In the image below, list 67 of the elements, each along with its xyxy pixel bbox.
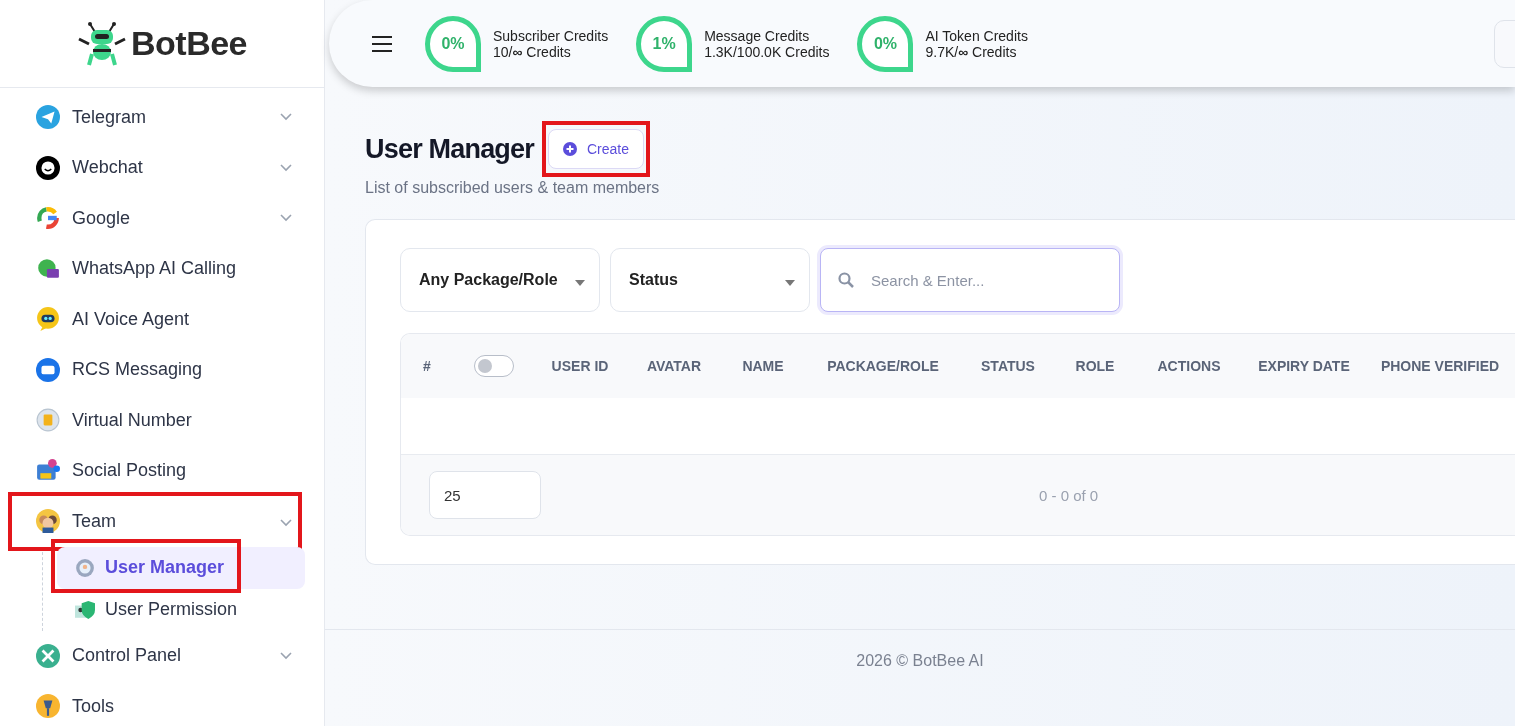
sidebar-item[interactable]: Control Panel xyxy=(36,630,324,681)
menu-icon[interactable] xyxy=(371,34,393,53)
caret-icon xyxy=(785,280,795,286)
credit-title: Message Credits xyxy=(704,27,811,44)
menu-item-icon xyxy=(36,357,60,382)
caret-icon xyxy=(575,280,585,286)
search-field[interactable]: Search & Enter... xyxy=(820,248,1120,312)
column-header: # xyxy=(422,357,432,375)
column-header: NAME xyxy=(741,357,785,375)
column-header: ACTIONS xyxy=(1156,357,1222,375)
column-header: PACKAGE/ROLE xyxy=(826,357,940,375)
page-subtitle: List of subscribed users & team members xyxy=(365,179,661,197)
menu-item-icon xyxy=(36,155,60,180)
credit-percent: 1% xyxy=(636,15,693,72)
credit-title: Subscriber Credits xyxy=(493,27,609,44)
column-header: PHONE VERIFIED xyxy=(1379,357,1501,375)
create-button[interactable]: Create xyxy=(548,129,644,169)
column-header: USER ID xyxy=(550,357,610,375)
menu-item-icon xyxy=(36,694,60,719)
credit-usage: 9.7K/∞ Credits xyxy=(925,43,1018,60)
submenu-item[interactable]: User Manager xyxy=(57,546,305,589)
search-icon xyxy=(838,272,854,288)
sidebar-item[interactable]: Virtual Number xyxy=(36,395,324,446)
filter-dropdown[interactable]: Status xyxy=(610,248,810,312)
page-title: User Manager xyxy=(365,133,534,165)
menu-item-icon xyxy=(36,206,60,231)
pagination-range: 0 - 0 of 0 xyxy=(1039,486,1099,504)
sidebar-item[interactable]: Webchat xyxy=(36,142,324,193)
brand-name: BotBee xyxy=(131,24,247,63)
menu-item-icon xyxy=(36,509,60,534)
filter-dropdown[interactable]: Any Package/Role xyxy=(400,248,600,312)
column-header: EXPIRY DATE xyxy=(1257,357,1351,375)
sidebar-item[interactable]: Tools xyxy=(36,681,324,726)
footer-text: 2026 © BotBee AI xyxy=(856,652,984,671)
column-header: STATUS xyxy=(980,357,1036,375)
sidebar-item[interactable]: Google xyxy=(36,193,324,244)
select-all-toggle[interactable] xyxy=(473,355,514,377)
sidebar-item[interactable]: RCS Messaging xyxy=(36,344,324,395)
page-size-field[interactable]: 25 xyxy=(429,471,541,519)
menu-item-icon xyxy=(36,307,60,332)
chevron-down-icon xyxy=(280,519,292,528)
credit-title: AI Token Credits xyxy=(925,27,1028,44)
chevron-down-icon xyxy=(280,113,292,122)
chevron-down-icon xyxy=(280,214,292,223)
menu-item-icon xyxy=(36,408,60,433)
credit-percent: 0% xyxy=(857,15,914,72)
credit-usage: 10/∞ Credits xyxy=(493,43,572,60)
menu-item-icon xyxy=(36,105,60,130)
credit-usage: 1.3K/100.0K Credits xyxy=(704,43,830,60)
submenu-icon xyxy=(75,557,95,578)
menu-item-icon xyxy=(36,643,60,668)
credit-percent: 0% xyxy=(425,15,481,72)
menu-item-icon xyxy=(36,458,60,483)
chevron-down-icon xyxy=(280,163,292,172)
menu-item-icon xyxy=(36,256,60,281)
chevron-down-icon xyxy=(280,651,292,660)
plus-circle-icon xyxy=(563,142,577,156)
submenu-icon xyxy=(75,599,95,620)
robot-bee-logo-icon xyxy=(77,21,127,66)
sidebar-item[interactable]: Telegram xyxy=(36,92,324,143)
column-header: AVATAR xyxy=(645,357,703,375)
sidebar-item[interactable]: Team xyxy=(36,496,324,547)
sidebar-item[interactable]: WhatsApp AI Calling xyxy=(36,243,324,294)
sidebar-item[interactable]: Social Posting xyxy=(36,445,324,496)
column-header: ROLE xyxy=(1074,357,1116,375)
submenu-item[interactable]: User Permission xyxy=(57,588,305,631)
sidebar-item[interactable]: AI Voice Agent xyxy=(36,294,324,345)
